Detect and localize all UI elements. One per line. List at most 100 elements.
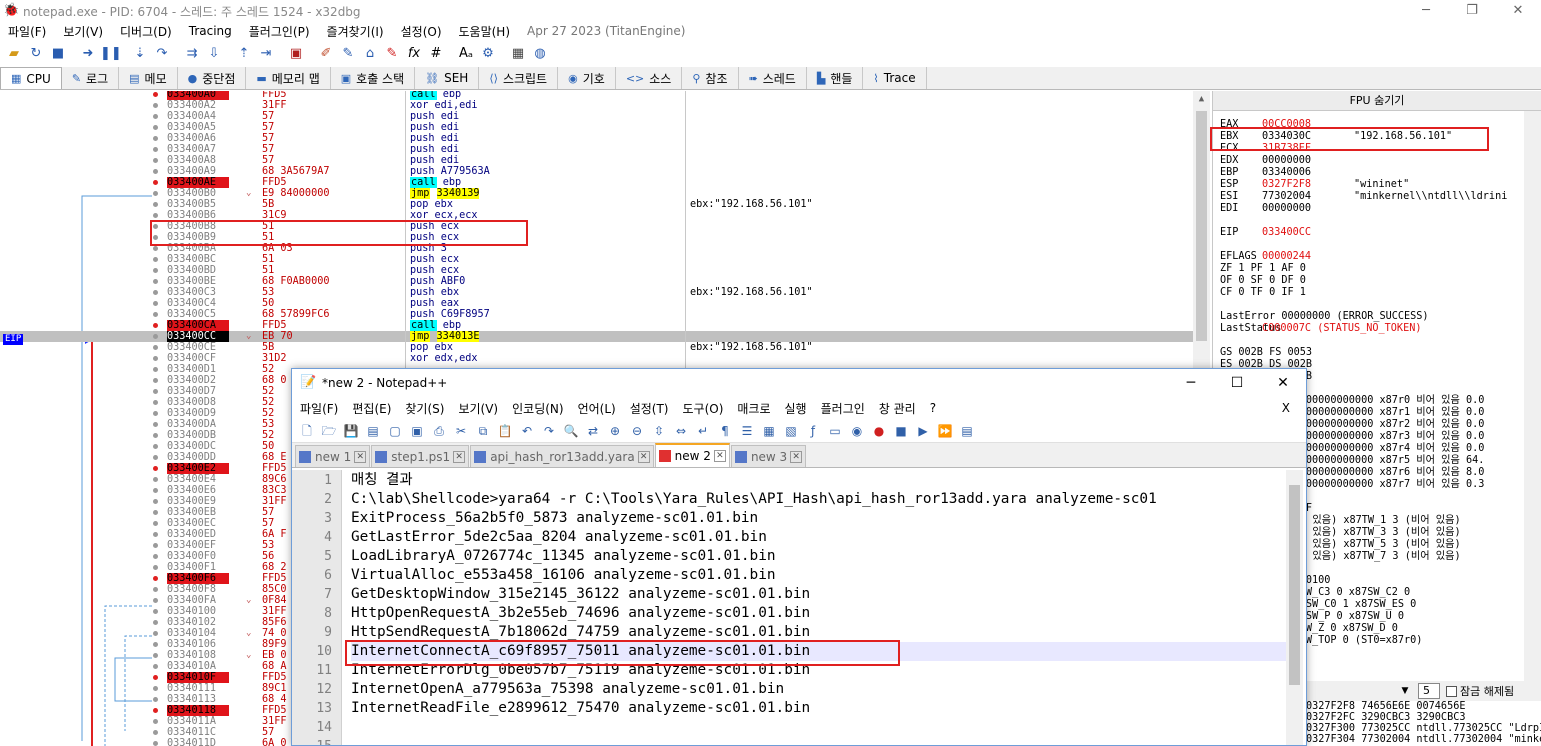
copy-icon[interactable]: ⧉ [473, 421, 493, 441]
zoom-out-icon[interactable]: ⊖ [627, 421, 647, 441]
run-to-user-code-icon[interactable]: ⇥ [256, 44, 276, 64]
zoom-in-icon[interactable]: ⊕ [605, 421, 625, 441]
line-dot-icon[interactable] [153, 730, 158, 735]
disasm-row[interactable]: 033400A0 FFD5 call ebp [0, 91, 1193, 100]
tab-trace[interactable]: ⌇ Trace [863, 67, 927, 89]
line-dot-icon[interactable] [153, 532, 158, 537]
scroll-up-icon[interactable]: ▲ [1193, 91, 1210, 108]
register-line[interactable]: LastError 00000000 (ERROR_SUCCESS) [1220, 311, 1429, 323]
stop-macro-icon[interactable]: ■ [891, 421, 911, 441]
doc-map-icon[interactable]: ▧ [781, 421, 801, 441]
tab-cpu[interactable]: ▦ CPU [0, 67, 62, 89]
line-dot-icon[interactable] [153, 521, 158, 526]
line-dot-icon[interactable] [153, 631, 158, 636]
line-dot-icon[interactable] [153, 697, 158, 702]
line-dot-icon[interactable] [153, 664, 158, 669]
menu-options[interactable]: 설정(O) [393, 23, 451, 40]
line-dot-icon[interactable] [153, 378, 158, 383]
line-dot-icon[interactable] [153, 400, 158, 405]
language-icon[interactable]: ▦ [759, 421, 779, 441]
line-dot-icon[interactable] [153, 554, 158, 559]
execute-till-return-icon[interactable]: ⇡ [234, 44, 254, 64]
run-icon[interactable]: ➜ [78, 44, 98, 64]
open-icon[interactable]: ▰ [4, 44, 24, 64]
save-macro-icon[interactable]: ▤ [957, 421, 977, 441]
stack-line[interactable]: 0327F2FC 3290CBC3 3290CBC3 [1300, 712, 1541, 723]
line-dot-icon[interactable] [153, 114, 158, 119]
npp-menu-item[interactable]: 창 관리 [873, 400, 924, 417]
tab-source[interactable]: <> 소스 [615, 67, 683, 89]
undo-icon[interactable]: ↶ [517, 421, 537, 441]
play-macro-icon[interactable]: ▶ [913, 421, 933, 441]
npp-menu-item[interactable]: 편집(E) [346, 400, 399, 417]
line-dot-icon[interactable] [153, 598, 158, 603]
stop-icon[interactable]: ■ [48, 44, 68, 64]
tab-seh[interactable]: ⛓ SEH [415, 67, 480, 89]
code-line[interactable]: 매칭 결과 [351, 471, 1286, 490]
register-line[interactable]: ESI 77302004 "minkernel\\ntdll\\ldrini [1220, 191, 1507, 203]
disasm-row[interactable]: 033400AE FFD5 call ebp [0, 177, 1193, 188]
line-dot-icon[interactable] [153, 147, 158, 152]
line-dot-icon[interactable] [153, 334, 158, 339]
code-line[interactable]: InternetReadFile_e2899612_75470 analyzem… [351, 699, 1286, 718]
line-dot-icon[interactable] [153, 543, 158, 548]
paste-icon[interactable]: 📋 [495, 421, 515, 441]
tab-memory-map[interactable]: ▬ 메모리 맵 [246, 67, 331, 89]
lock-checkbox[interactable] [1446, 685, 1457, 697]
sync-vertical-icon[interactable]: ⇳ [649, 421, 669, 441]
globe-icon[interactable]: ◍ [530, 44, 550, 64]
step-into-icon[interactable]: ⇣ [130, 44, 150, 64]
word-wrap-icon[interactable]: ↵ [693, 421, 713, 441]
npp-tab[interactable]: new 3 ✕ [730, 445, 807, 467]
registers-scrollbar[interactable] [1524, 111, 1541, 681]
redo-icon[interactable]: ↷ [539, 421, 559, 441]
code-line[interactable]: GetDesktopWindow_315e2145_36122 analyzem… [351, 585, 1286, 604]
line-dot-icon[interactable] [153, 202, 158, 207]
menu-plugins[interactable]: 플러그인(P) [241, 23, 319, 40]
npp-tab[interactable]: api_hash_ror13add.yara ✕ [470, 445, 654, 467]
line-dot-icon[interactable] [153, 510, 158, 515]
monitoring-icon[interactable]: ◉ [847, 421, 867, 441]
disasm-row[interactable]: 033400C3 53 push ebx ebx:"192.168.56.101" [0, 287, 1193, 298]
calculator-icon[interactable]: ▦ [508, 44, 528, 64]
stack-view[interactable]: 0327F2F8 74656E6E 0074656E 0327F2FC 3290C… [1300, 701, 1541, 746]
find-icon[interactable]: 🔍 [561, 421, 581, 441]
code-line[interactable]: VirtualAlloc_e553a458_16106 analyzeme-sc… [351, 566, 1286, 585]
code-line[interactable]: LoadLibraryA_0726774c_11345 analyzeme-sc… [351, 547, 1286, 566]
fpu-toggle-header[interactable]: FPU 숨기기 [1213, 91, 1541, 111]
menu-help[interactable]: 도움말(H) [451, 23, 520, 40]
folder-workspace-icon[interactable]: ▭ [825, 421, 845, 441]
pause-icon[interactable]: ❚❚ [100, 44, 122, 64]
line-dot-icon[interactable] [153, 741, 158, 746]
tab-close-icon[interactable]: ✕ [790, 450, 803, 463]
notepadpp-editor[interactable]: 123456789101112131415 매칭 결과C:\lab\Shellc… [292, 470, 1306, 745]
print-icon[interactable]: ⎙ [429, 421, 449, 441]
tab-close-icon[interactable]: ✕ [354, 450, 367, 463]
line-dot-icon[interactable] [153, 642, 158, 647]
disasm-row[interactable]: 033400BC 51 push ecx [0, 254, 1193, 265]
disasm-row[interactable]: 033400BD 51 push ecx [0, 265, 1193, 276]
editor-scrollbar-thumb[interactable] [1289, 485, 1300, 685]
tab-log[interactable]: ✎ 로그 [61, 67, 120, 89]
show-all-chars-icon[interactable]: ¶ [715, 421, 735, 441]
breakpoint-dot-icon[interactable] [153, 708, 158, 713]
disasm-row[interactable]: 033400B5 5B pop ebx ebx:"192.168.56.101" [0, 199, 1193, 210]
menu-file[interactable]: 파일(F) [0, 23, 55, 40]
breakpoint-dot-icon[interactable] [153, 323, 158, 328]
breakpoint-dot-icon[interactable] [153, 466, 158, 471]
register-line[interactable]: CF 0 TF 0 IF 1 [1220, 287, 1306, 299]
menu-view[interactable]: 보기(V) [55, 23, 112, 40]
disasm-row[interactable]: 033400A6 57 push edi [0, 133, 1193, 144]
register-line[interactable]: EBP 03340006 [1220, 167, 1354, 179]
argument-count-spinner[interactable]: 5 [1418, 683, 1440, 699]
code-line[interactable]: GetLastError_5de2c5aa_8204 analyzeme-sc0… [351, 528, 1286, 547]
close-button[interactable]: ✕ [1495, 0, 1541, 22]
line-dot-icon[interactable] [153, 125, 158, 130]
tab-references[interactable]: ⚲ 참조 [682, 67, 739, 89]
maximize-button[interactable]: ❐ [1449, 0, 1495, 22]
line-dot-icon[interactable] [153, 213, 158, 218]
disasm-row[interactable]: 033400C5 68 57899FC6 push C69F8957 [0, 309, 1193, 320]
line-dot-icon[interactable] [153, 719, 158, 724]
line-dot-icon[interactable] [153, 312, 158, 317]
tab-breakpoint[interactable]: ● 중단점 [177, 67, 247, 89]
